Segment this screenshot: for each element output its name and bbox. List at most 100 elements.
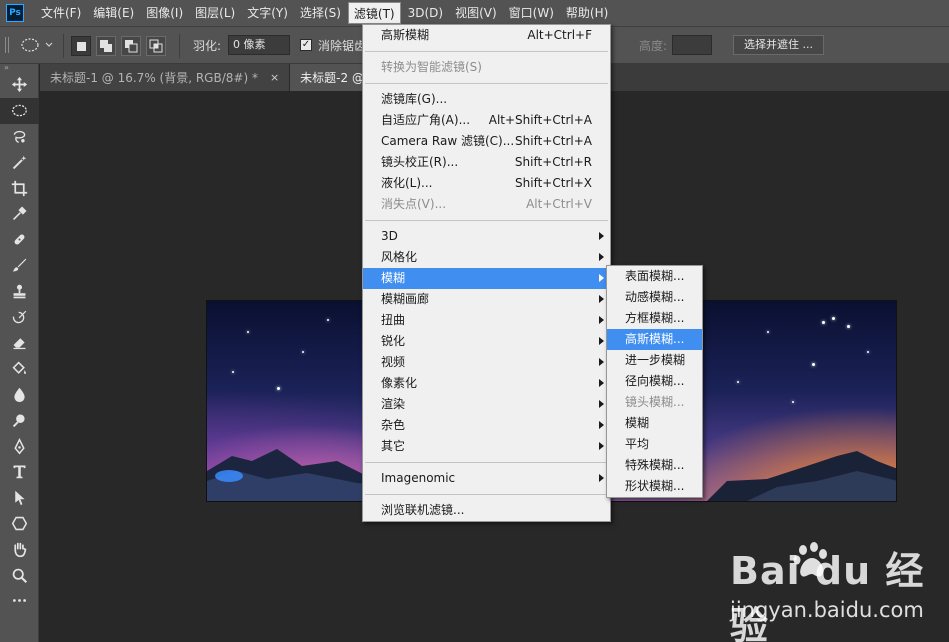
submenu-arrow-icon (599, 253, 604, 261)
filter-menu-item-shortcut: Shift+Ctrl+X (515, 176, 592, 190)
star (327, 319, 329, 321)
blur-submenu: 表面模糊... 动感模糊... 方框模糊... 高斯模糊... 进一步模糊径向模糊...… (606, 265, 703, 498)
filter-menu-item[interactable]: 浏览联机滤镜... (363, 500, 610, 521)
baidu-jingyan-watermark: Bai du 经验 jingyan.baidu.com (730, 540, 940, 642)
magic-wand-tool-icon[interactable] (0, 149, 39, 175)
filter-menu-item[interactable]: 渲染 (363, 394, 610, 415)
blur-submenu-item-label: 径向模糊... (625, 374, 685, 388)
zoom-tool-icon[interactable] (0, 562, 39, 588)
filter-menu-item-label: 杂色 (381, 418, 406, 432)
submenu-arrow-icon (599, 358, 604, 366)
blur-submenu-item-label: 模糊 (625, 416, 650, 430)
lasso-tool-icon[interactable] (0, 124, 39, 150)
more-tools-icon[interactable] (0, 588, 39, 614)
filter-menu-item-label: 镜头校正(R)... (381, 155, 459, 169)
select-and-mask-button[interactable]: 选择并遮住 ... (733, 35, 824, 55)
filter-menu-item[interactable]: 自适应广角(A)... Alt+Shift+Ctrl+A (363, 110, 610, 131)
healing-brush-tool-icon[interactable] (0, 227, 39, 253)
menu-layer[interactable]: 图层(L) (190, 2, 240, 24)
menu-type[interactable]: 文字(Y) (242, 2, 293, 24)
blur-submenu-item[interactable]: 高斯模糊... (607, 329, 702, 350)
hand-tool-icon[interactable] (0, 536, 39, 562)
feather-input[interactable]: 0 像素 (228, 35, 290, 55)
star (767, 331, 769, 333)
filter-menu-item[interactable]: Camera Raw 滤镜(C)... Shift+Ctrl+A (363, 131, 610, 152)
menu-image[interactable]: 图像(I) (141, 2, 188, 24)
shape-tool-icon[interactable] (0, 511, 39, 537)
type-tool-icon[interactable] (0, 459, 39, 485)
subtract-selection-icon (125, 40, 138, 53)
paint-bucket-tool-icon[interactable] (0, 356, 39, 382)
filter-menu-item[interactable]: 其它 (363, 436, 610, 457)
menu-file[interactable]: 文件(F) (36, 2, 86, 24)
filter-menu-item-label: 渲染 (381, 397, 406, 411)
crop-tool-icon[interactable] (0, 175, 39, 201)
new-selection-button[interactable] (71, 36, 91, 56)
filter-menu-item[interactable]: 像素化 (363, 373, 610, 394)
filter-menu-item[interactable]: 扭曲 (363, 310, 610, 331)
submenu-arrow-icon (599, 274, 604, 282)
options-grip-icon (4, 35, 10, 55)
path-selection-tool-icon[interactable] (0, 485, 39, 511)
menu-separator (365, 220, 608, 221)
menu-select[interactable]: 选择(S) (295, 2, 346, 24)
intersect-selection-button[interactable] (146, 36, 166, 56)
blur-submenu-item[interactable]: 模糊 (607, 413, 702, 434)
antialias-checkbox[interactable]: ✓ (300, 39, 312, 51)
filter-menu-item[interactable]: 风格化 (363, 247, 610, 268)
move-tool-icon[interactable] (0, 72, 39, 98)
filter-menu-item[interactable]: 滤镜库(G)... (363, 89, 610, 110)
filter-menu-item[interactable]: 高斯模糊 Alt+Ctrl+F (363, 25, 610, 46)
blur-submenu-item[interactable]: 径向模糊... (607, 371, 702, 392)
filter-menu-item-shortcut: Alt+Ctrl+V (526, 197, 592, 211)
brush-tool-icon[interactable] (0, 253, 39, 279)
blur-submenu-item-label: 形状模糊... (625, 479, 685, 493)
menu-view[interactable]: 视图(V) (450, 2, 502, 24)
filter-menu-item-label: 液化(L)... (381, 176, 433, 190)
filter-menu-item[interactable]: 3D (363, 226, 610, 247)
blur-submenu-item[interactable]: 表面模糊... (607, 266, 702, 287)
filter-menu-item[interactable]: 杂色 (363, 415, 610, 436)
pen-tool-icon[interactable] (0, 433, 39, 459)
filter-menu-item[interactable]: 液化(L)... Shift+Ctrl+X (363, 173, 610, 194)
document-tab-1[interactable]: 未标题-1 @ 16.7% (背景, RGB/8#) * × (40, 64, 291, 91)
menu-filter[interactable]: 滤镜(T) (347, 2, 401, 24)
filter-menu-item[interactable]: Imagenomic (363, 468, 610, 489)
filter-menu-item[interactable]: 锐化 (363, 331, 610, 352)
menu-edit[interactable]: 编辑(E) (88, 2, 139, 24)
close-icon[interactable]: × (270, 71, 279, 84)
blur-submenu-item[interactable]: 动感模糊... (607, 287, 702, 308)
toolbar-collapse-icon[interactable]: » (0, 64, 38, 72)
height-input[interactable] (672, 35, 712, 55)
filter-menu-item[interactable]: 模糊 (363, 268, 610, 289)
menu-window[interactable]: 窗口(W) (504, 2, 559, 24)
subtract-from-selection-button[interactable] (121, 36, 141, 56)
elliptical-marquee-preset-icon[interactable] (20, 36, 56, 57)
blur-submenu-item[interactable]: 平均 (607, 434, 702, 455)
filter-menu-dropdown: 高斯模糊 Alt+Ctrl+F 转换为智能滤镜(S) 滤镜库(G)... 自适应广角(A… (362, 24, 611, 522)
blur-tool-icon[interactable] (0, 382, 39, 408)
blur-submenu-item-label: 方框模糊... (625, 311, 685, 325)
clone-stamp-tool-icon[interactable] (0, 278, 39, 304)
menu-help[interactable]: 帮助(H) (561, 2, 613, 24)
filter-menu-item[interactable]: 视频 (363, 352, 610, 373)
filter-menu-item-label: 模糊 (381, 271, 406, 285)
submenu-arrow-icon (599, 337, 604, 345)
filter-menu-item[interactable]: 镜头校正(R)... Shift+Ctrl+R (363, 152, 610, 173)
history-brush-tool-icon[interactable] (0, 304, 39, 330)
filter-menu-item: 消失点(V)... Alt+Ctrl+V (363, 194, 610, 215)
height-label: 高度: (639, 39, 668, 53)
blur-submenu-item[interactable]: 特殊模糊... (607, 455, 702, 476)
filter-menu-item[interactable]: 模糊画廊 (363, 289, 610, 310)
menu-3d[interactable]: 3D(D) (403, 2, 448, 24)
blur-submenu-item[interactable]: 进一步模糊 (607, 350, 702, 371)
eyedropper-tool-icon[interactable] (0, 201, 39, 227)
add-to-selection-button[interactable] (96, 36, 116, 56)
blur-submenu-item-label: 进一步模糊 (625, 353, 686, 367)
blur-submenu-item[interactable]: 方框模糊... (607, 308, 702, 329)
elliptical-marquee-tool-icon[interactable] (0, 97, 39, 124)
blur-submenu-item[interactable]: 形状模糊... (607, 476, 702, 497)
eraser-tool-icon[interactable] (0, 330, 39, 356)
filter-menu-item-shortcut: Alt+Ctrl+F (527, 28, 592, 42)
dodge-tool-icon[interactable] (0, 407, 39, 433)
